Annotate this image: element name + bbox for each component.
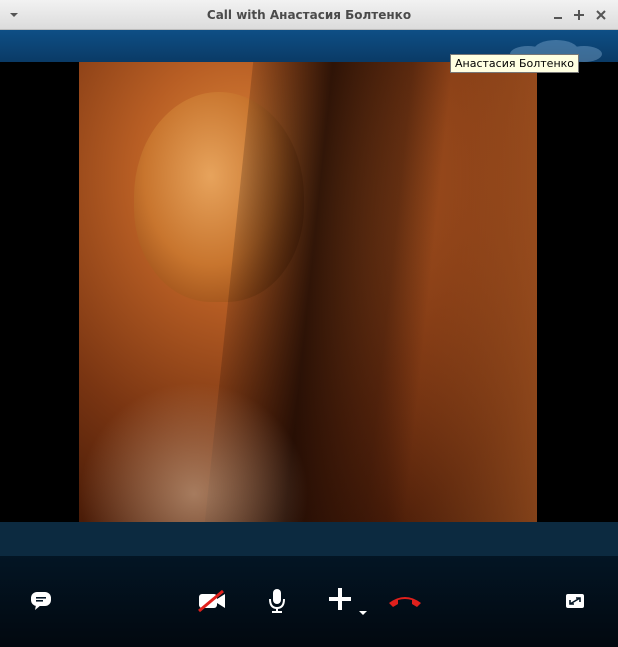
remote-video-feed — [79, 62, 537, 522]
participant-name-tooltip: Анастасия Болтенко — [450, 54, 580, 73]
mute-button[interactable] — [264, 589, 290, 613]
title-bar: Call with Анастасия Болтенко — [0, 0, 618, 30]
video-off-icon — [196, 589, 228, 613]
maximize-icon[interactable] — [572, 8, 586, 22]
add-to-call-button[interactable] — [326, 586, 372, 616]
end-call-button[interactable] — [387, 589, 423, 613]
fullscreen-button[interactable] — [562, 589, 588, 613]
fullscreen-icon — [564, 592, 586, 610]
video-toggle-button[interactable] — [196, 589, 228, 613]
add-icon — [326, 586, 372, 616]
call-window: Call with Анастасия Болтенко Анастасия Б… — [0, 0, 618, 647]
video-person-shirt — [79, 382, 309, 522]
end-call-icon — [387, 593, 423, 609]
chat-icon — [29, 590, 53, 612]
close-icon[interactable] — [594, 8, 608, 22]
video-lower-band — [0, 522, 618, 557]
chat-button[interactable] — [28, 589, 54, 613]
window-title: Call with Анастасия Болтенко — [206, 8, 412, 22]
microphone-icon — [267, 588, 287, 614]
call-controls-bar — [0, 556, 618, 647]
minimize-icon[interactable] — [551, 8, 565, 22]
